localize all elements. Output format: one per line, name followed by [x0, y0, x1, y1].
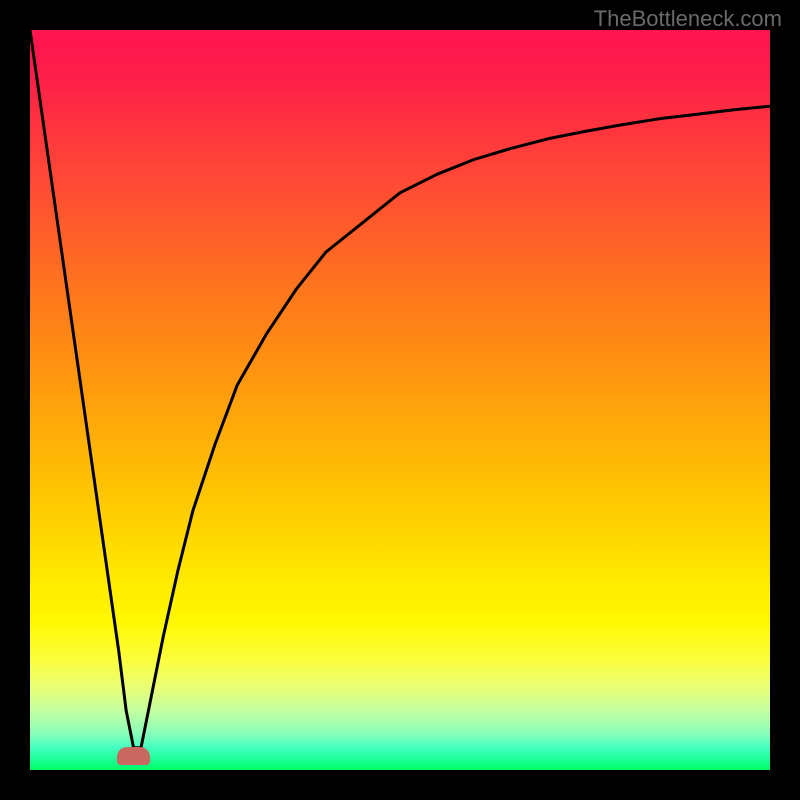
chart-container	[30, 30, 770, 770]
optimal-point-marker	[117, 747, 150, 765]
curve-svg	[30, 30, 770, 770]
watermark-text: TheBottleneck.com	[594, 6, 782, 32]
bottleneck-curve-line	[30, 30, 770, 748]
plot-area	[30, 30, 770, 770]
